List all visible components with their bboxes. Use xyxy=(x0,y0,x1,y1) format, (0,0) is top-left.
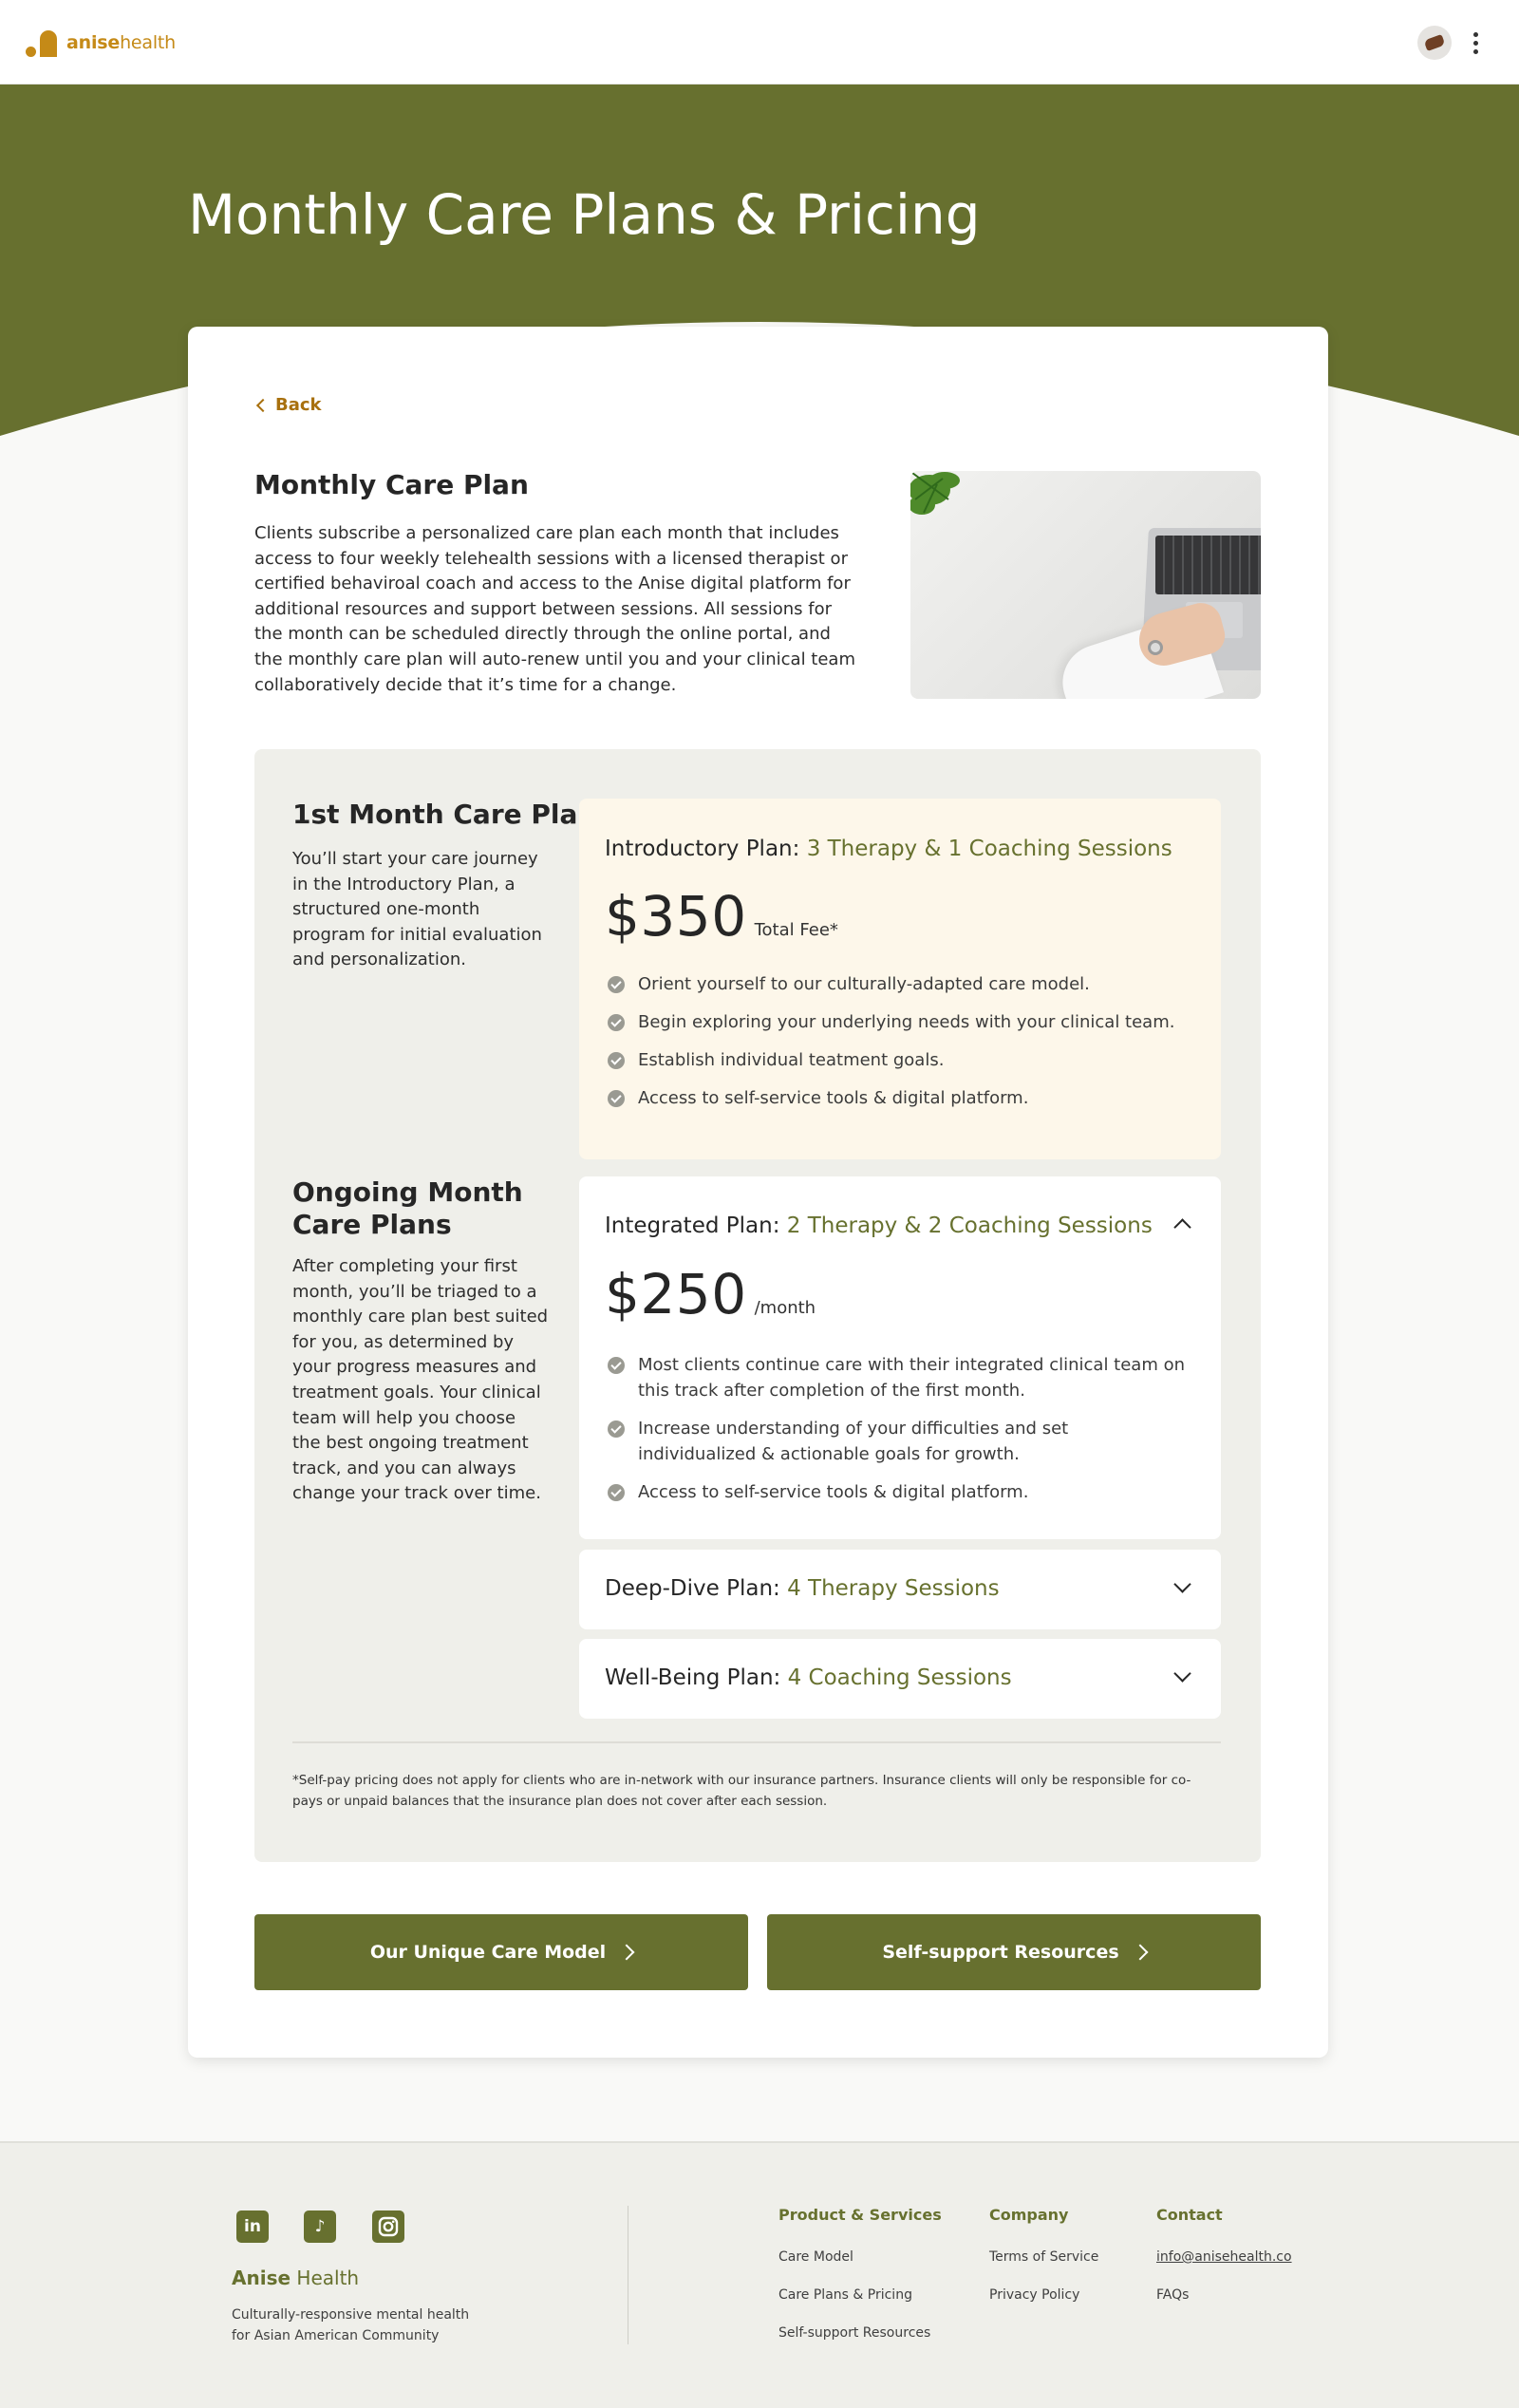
divider xyxy=(292,1741,1221,1743)
integrated-plan-card: Integrated Plan: 2 Therapy & 2 Coaching … xyxy=(579,1176,1221,1539)
price-row: $350 Total Fee* xyxy=(605,886,838,947)
expand-chevron-down-icon[interactable] xyxy=(1172,1575,1194,1599)
footer-contact-title: Contact xyxy=(1156,2206,1223,2224)
avatar[interactable] xyxy=(1417,26,1452,60)
chevron-right-icon xyxy=(1132,1944,1149,1961)
intro-title: Monthly Care Plan xyxy=(254,469,529,500)
expand-chevron-down-icon[interactable] xyxy=(1172,1665,1194,1688)
instagram-icon[interactable] xyxy=(372,2210,404,2243)
footer-link-care-plans[interactable]: Care Plans & Pricing xyxy=(778,2287,912,2303)
main-card: Back Monthly Care Plan Clients subscribe… xyxy=(188,327,1328,2058)
feature-item: Most clients continue care with their in… xyxy=(608,1353,1187,1403)
ongoing-title: Ongoing Month Care Plans xyxy=(292,1176,523,1240)
price-row: $250 /month xyxy=(605,1264,816,1325)
check-icon xyxy=(608,1420,625,1438)
care-model-button[interactable]: Our Unique Care Model xyxy=(254,1914,748,1990)
footer-tagline: Culturally-responsive mental health for … xyxy=(232,2307,470,2343)
price-suffix: /month xyxy=(754,1298,816,1318)
plan-heading[interactable]: Integrated Plan: 2 Therapy & 2 Coaching … xyxy=(605,1213,1153,1238)
check-icon xyxy=(608,1014,625,1031)
button-label: Self-support Resources xyxy=(882,1942,1119,1963)
plan-heading[interactable]: Well-Being Plan: 4 Coaching Sessions xyxy=(605,1665,1012,1690)
chevron-left-icon xyxy=(255,398,271,412)
logo[interactable]: anisehealth xyxy=(26,27,176,59)
intro-text: Clients subscribe a personalized care pl… xyxy=(254,523,855,695)
footer-link-email[interactable]: info@anisehealth.co xyxy=(1156,2249,1292,2265)
plant-image xyxy=(910,472,960,515)
footer-link-privacy[interactable]: Privacy Policy xyxy=(989,2287,1079,2303)
plan-heading[interactable]: Deep-Dive Plan: 4 Therapy Sessions xyxy=(605,1576,1000,1601)
feature-item: Access to self-service tools & digital p… xyxy=(608,1086,1187,1112)
footer-company-title: Company xyxy=(989,2206,1069,2224)
footer: in ♪ Anise Health Culturally-responsive … xyxy=(0,2141,1519,2408)
self-support-resources-button[interactable]: Self-support Resources xyxy=(767,1914,1261,1990)
footer-link-faqs[interactable]: FAQs xyxy=(1156,2287,1189,2303)
well-being-plan-card[interactable]: Well-Being Plan: 4 Coaching Sessions xyxy=(579,1639,1221,1719)
feature-item: Increase understanding of your difficult… xyxy=(608,1417,1187,1467)
check-icon xyxy=(608,1357,625,1374)
first-month-text: You’ll start your care journey in the In… xyxy=(292,849,542,970)
avatar-image xyxy=(1423,33,1446,52)
footer-link-care-model[interactable]: Care Model xyxy=(778,2249,853,2265)
feature-item: Orient yourself to our culturally-adapte… xyxy=(608,972,1187,998)
back-button[interactable]: Back xyxy=(254,395,322,415)
more-menu-icon[interactable] xyxy=(1470,28,1481,57)
logo-mark-icon xyxy=(26,28,57,57)
check-icon xyxy=(608,976,625,993)
chevron-right-icon xyxy=(618,1944,635,1961)
plans-panel: 1st Month Care Plan You’ll start your ca… xyxy=(254,749,1261,1862)
plan-price: $350 xyxy=(605,884,747,949)
footer-products-title: Product & Services xyxy=(778,2206,942,2224)
collapse-chevron-up-icon[interactable] xyxy=(1172,1213,1194,1236)
check-icon xyxy=(608,1052,625,1069)
feature-item: Access to self-service tools & digital p… xyxy=(608,1480,1187,1506)
feature-item: Establish individual teatment goals. xyxy=(608,1048,1187,1074)
first-month-title: 1st Month Care Plan xyxy=(292,799,597,830)
back-label: Back xyxy=(275,395,322,415)
price-suffix: Total Fee* xyxy=(754,920,838,940)
logo-text: anisehealth xyxy=(66,32,177,53)
footer-link-terms[interactable]: Terms of Service xyxy=(989,2249,1098,2265)
introductory-plan-card: Introductory Plan: 3 Therapy & 1 Coachin… xyxy=(579,799,1221,1159)
pricing-footnote: *Self-pay pricing does not apply for cli… xyxy=(292,1773,1191,1809)
top-bar: anisehealth xyxy=(0,0,1519,85)
check-icon xyxy=(608,1090,625,1107)
check-icon xyxy=(608,1484,625,1501)
deep-dive-plan-card[interactable]: Deep-Dive Plan: 4 Therapy Sessions xyxy=(579,1550,1221,1629)
plan-heading: Introductory Plan: 3 Therapy & 1 Coachin… xyxy=(605,837,1172,861)
footer-link-self-support[interactable]: Self-support Resources xyxy=(778,2325,930,2341)
footer-brand: Anise Health xyxy=(232,2267,360,2289)
tiktok-icon[interactable]: ♪ xyxy=(304,2210,336,2243)
ongoing-text: After completing your first month, you’l… xyxy=(292,1256,549,1504)
linkedin-icon[interactable]: in xyxy=(236,2210,269,2243)
button-label: Our Unique Care Model xyxy=(369,1942,607,1963)
plan-price: $250 xyxy=(605,1262,747,1326)
feature-item: Begin exploring your underlying needs wi… xyxy=(608,1010,1187,1036)
desk-photo xyxy=(910,471,1261,699)
page-title: Monthly Care Plans & Pricing xyxy=(188,182,981,247)
